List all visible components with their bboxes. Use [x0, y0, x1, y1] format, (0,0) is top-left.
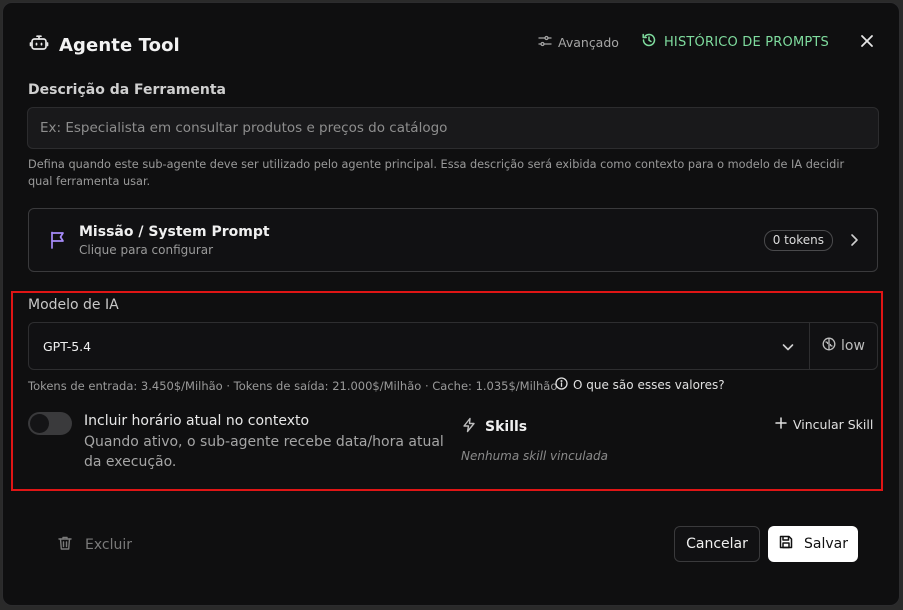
save-label: Salvar [804, 536, 848, 552]
reasoning-effort-select[interactable]: low [809, 322, 878, 370]
lightning-icon [461, 417, 477, 437]
chevron-right-icon [849, 232, 859, 251]
description-input[interactable] [27, 107, 879, 149]
save-button[interactable]: Salvar [768, 526, 858, 562]
skills-empty-text: Nenhuma skill vinculada [461, 449, 608, 463]
agent-tool-modal: Agente Tool Avançado HISTÓRICO DE PROMPT… [2, 2, 900, 606]
toggle-knob [30, 414, 49, 433]
description-help-text: Defina quando este sub-agente deve ser u… [28, 158, 845, 188]
modal-title: Agente Tool [59, 34, 180, 56]
close-button[interactable] [857, 32, 877, 52]
delete-button[interactable]: Excluir [57, 535, 132, 555]
mission-title: Missão / System Prompt [79, 223, 270, 240]
sliders-icon [538, 34, 552, 51]
info-icon [555, 377, 568, 393]
effort-value: low [841, 338, 865, 354]
save-icon [778, 534, 794, 554]
mission-system-prompt-card[interactable]: Missão / System Prompt Clique para confi… [28, 208, 878, 272]
close-icon [860, 33, 874, 52]
pricing-help-label: O que são esses valores? [573, 378, 725, 392]
modal-header-title: Agente Tool [29, 33, 180, 57]
context-time-label: Incluir horário atual no contexto [84, 413, 310, 429]
history-icon [641, 32, 657, 52]
header-actions: Avançado HISTÓRICO DE PROMPTS [538, 32, 877, 52]
model-select[interactable]: GPT-5.4 [28, 322, 810, 370]
cancel-button[interactable]: Cancelar [674, 526, 760, 562]
skills-header: Skills [461, 417, 527, 437]
prompt-history-button[interactable]: HISTÓRICO DE PROMPTS [641, 32, 829, 52]
plus-icon [775, 417, 787, 432]
description-label: Descrição da Ferramenta [28, 82, 226, 98]
flag-icon [47, 229, 69, 251]
skills-title: Skills [485, 419, 528, 435]
advanced-button[interactable]: Avançado [538, 34, 619, 51]
prompt-history-label: HISTÓRICO DE PROMPTS [663, 34, 829, 50]
pricing-help-link[interactable]: O que são esses valores? [555, 377, 725, 393]
mission-subtitle: Clique para configurar [79, 242, 214, 257]
brain-icon [822, 337, 836, 355]
tokens-badge: 0 tokens [763, 230, 833, 251]
link-skill-label: Vincular Skill [793, 417, 874, 432]
model-selected-value: GPT-5.4 [43, 338, 92, 354]
link-skill-button[interactable]: Vincular Skill [775, 417, 873, 432]
context-time-toggle[interactable] [28, 412, 72, 435]
model-label: Modelo de IA [28, 297, 119, 313]
robot-icon [29, 33, 49, 57]
chevron-down-icon [781, 340, 795, 357]
context-time-description: Quando ativo, o sub-agente recebe data/h… [84, 434, 444, 470]
mission-texts: Missão / System Prompt Clique para confi… [79, 224, 270, 257]
advanced-label: Avançado [558, 34, 619, 50]
delete-label: Excluir [85, 537, 132, 553]
pricing-info: Tokens de entrada: 3.450$/Milhão · Token… [28, 379, 558, 393]
trash-icon [57, 535, 73, 555]
